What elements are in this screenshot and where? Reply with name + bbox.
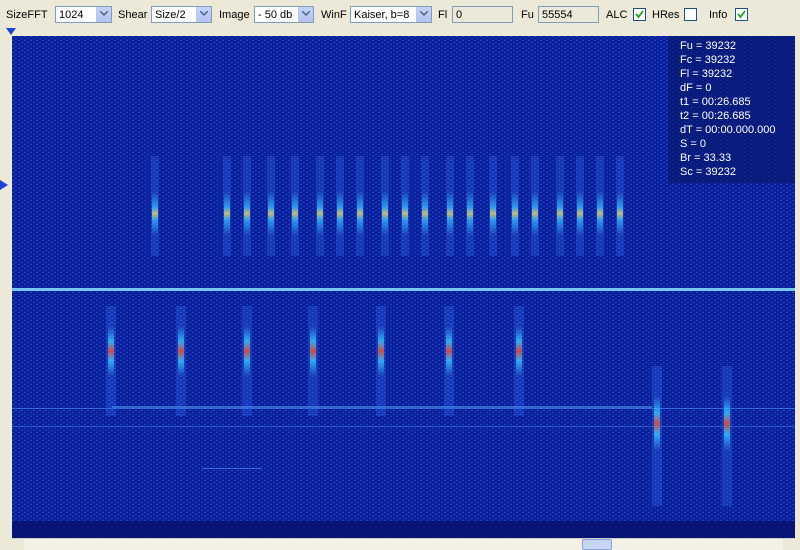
signal-burst-halo (722, 366, 732, 506)
signal-burst-halo (336, 156, 344, 256)
signal-burst-halo (444, 306, 454, 416)
hres-checkbox[interactable] (684, 8, 697, 21)
winf-value: Kaiser, b=8 (354, 9, 410, 21)
signal-burst-halo (576, 156, 584, 256)
signal-burst-halo (489, 156, 497, 256)
signal-burst-halo (596, 156, 604, 256)
signal-burst-halo (106, 306, 116, 416)
info-dt: dT = 00:00.000.000 (680, 124, 776, 136)
signal-burst-halo (652, 366, 662, 506)
size-fft-value: 1024 (59, 9, 84, 21)
info-t1: t1 = 00:26.685 (680, 96, 751, 108)
signal-burst-halo (421, 156, 429, 256)
signal-burst-halo (616, 156, 624, 256)
signal-burst-halo (381, 156, 389, 256)
signal-burst-halo (511, 156, 519, 256)
spectrogram-line (12, 408, 795, 409)
signal-burst-halo (316, 156, 324, 256)
fl-value: 0 (456, 9, 463, 21)
info-label: Info (709, 9, 728, 21)
spectrogram-floor (12, 521, 795, 538)
check-icon (635, 10, 644, 19)
info-fu: Fu = 39232 (680, 40, 736, 52)
spectrogram-line (12, 426, 795, 427)
signal-burst-halo (176, 306, 186, 416)
signal-burst-halo (514, 306, 524, 416)
info-df: dF = 0 (680, 82, 712, 94)
image-select[interactable]: - 50 db (254, 6, 314, 23)
size-fft-select[interactable]: 1024 (55, 6, 112, 23)
signal-burst-halo (356, 156, 364, 256)
shear-value: Size/2 (155, 9, 186, 21)
chevron-down-icon[interactable] (298, 7, 313, 22)
side-marker-icon[interactable] (0, 180, 10, 192)
alc-label: ALC (606, 9, 628, 21)
signal-burst-halo (531, 156, 539, 256)
signal-burst-halo (401, 156, 409, 256)
image-label: Image (219, 9, 250, 21)
signal-burst-halo (267, 156, 275, 256)
fu-value: 55554 (542, 9, 573, 21)
shear-select[interactable]: Size/2 (151, 6, 212, 23)
info-overlay: Fu = 39232 Fc = 39232 Fl = 39232 dF = 0 … (668, 36, 795, 183)
signal-burst-halo (151, 156, 159, 256)
fl-label: Fl (438, 9, 448, 21)
signal-burst-halo (466, 156, 474, 256)
left-marker-bar (0, 28, 12, 550)
chevron-down-icon[interactable] (96, 7, 111, 22)
spectrogram-view[interactable]: Fu = 39232 Fc = 39232 Fl = 39232 dF = 0 … (12, 36, 795, 538)
info-checkbox[interactable] (735, 8, 748, 21)
fu-label: Fu (521, 9, 534, 21)
scroll-right-icon[interactable] (783, 539, 795, 550)
signal-burst-halo (308, 306, 318, 416)
hres-label: HRes (652, 9, 680, 21)
signal-burst-halo (223, 156, 231, 256)
signal-burst-halo (556, 156, 564, 256)
signal-burst-halo (243, 156, 251, 256)
info-fc: Fc = 39232 (680, 54, 736, 66)
scrollbar-thumb[interactable] (582, 539, 612, 550)
info-s: S = 0 (680, 138, 706, 150)
shear-label: Shear (118, 9, 148, 21)
horizontal-scrollbar[interactable] (12, 538, 795, 550)
info-sc: Sc = 39232 (680, 166, 736, 178)
signal-burst-halo (376, 306, 386, 416)
signal-burst-halo (291, 156, 299, 256)
check-icon (737, 10, 746, 19)
size-fft-label: SizeFFT (6, 9, 48, 21)
image-value: - 50 db (258, 9, 293, 21)
signal-burst-halo (446, 156, 454, 256)
toolbar: SizeFFT 1024 Shear Size/2 Image - 50 db … (0, 0, 800, 28)
fu-field[interactable]: 55554 (538, 6, 599, 23)
winf-label: WinF (321, 9, 347, 21)
info-br: Br = 33.33 (680, 152, 732, 164)
scroll-left-icon[interactable] (12, 539, 24, 550)
chevron-down-icon[interactable] (416, 7, 431, 22)
spectrogram-line (202, 468, 262, 469)
carrier-line (12, 288, 795, 291)
signal-burst-halo (242, 306, 252, 416)
alc-checkbox[interactable] (633, 8, 646, 21)
fl-field[interactable]: 0 (452, 6, 513, 23)
info-fl: Fl = 39232 (680, 68, 733, 80)
info-t2: t2 = 00:26.685 (680, 110, 751, 122)
winf-select[interactable]: Kaiser, b=8 (350, 6, 432, 23)
chevron-down-icon[interactable] (196, 7, 211, 22)
